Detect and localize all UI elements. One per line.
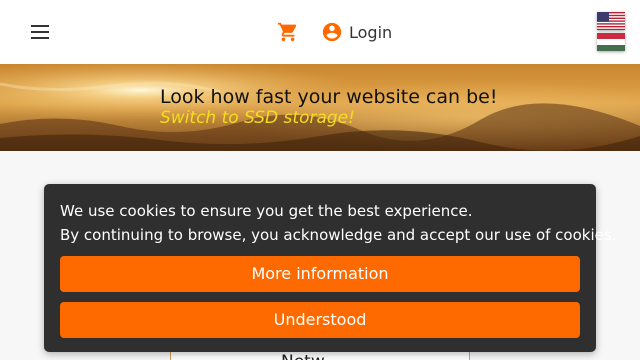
plan-card-title: Netw. xyxy=(281,352,329,360)
top-bar: Login xyxy=(0,0,640,64)
flag-hu-icon[interactable] xyxy=(597,33,625,51)
login-label: Login xyxy=(349,22,393,42)
cookie-consent-banner: We use cookies to ensure you get the bes… xyxy=(44,184,616,352)
banner-subtitle: Switch to SSD storage! xyxy=(160,108,355,128)
banner-title: Look how fast your website can be! xyxy=(160,86,498,108)
account-circle-icon xyxy=(322,22,342,42)
login-button[interactable]: Login xyxy=(321,20,392,44)
flag-us-icon[interactable] xyxy=(597,12,625,30)
more-information-button[interactable]: More information xyxy=(60,256,580,292)
shopping-cart-icon[interactable] xyxy=(276,21,300,43)
cookie-message-line1: We use cookies to ensure you get the bes… xyxy=(60,202,473,220)
cookie-message-line2: By continuing to browse, you acknowledge… xyxy=(60,226,617,244)
language-switcher xyxy=(597,12,625,54)
menu-icon[interactable] xyxy=(31,25,49,39)
understood-button[interactable]: Understood xyxy=(60,302,580,338)
